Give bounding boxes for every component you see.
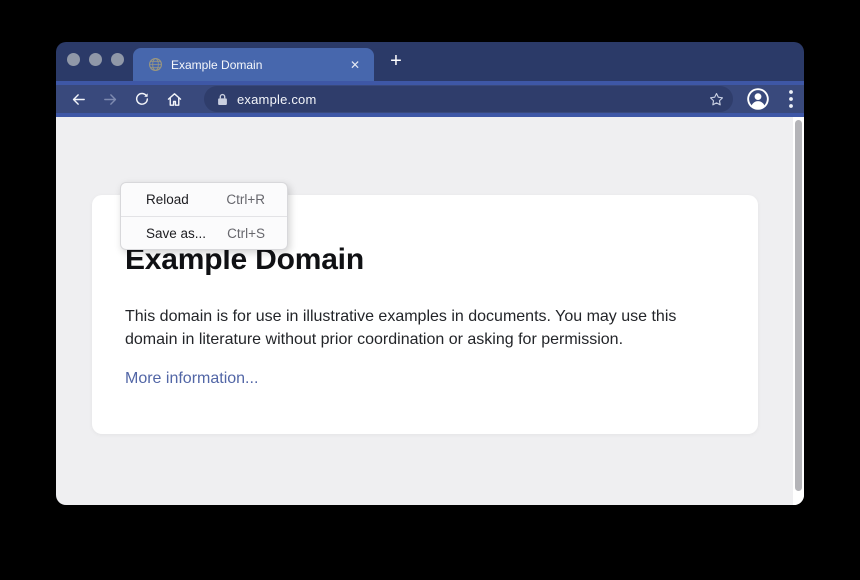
new-tab-button[interactable]: + — [382, 50, 410, 74]
home-icon — [166, 91, 183, 108]
window-maximize-button[interactable] — [111, 53, 124, 66]
tab-title: Example Domain — [171, 58, 346, 72]
reload-icon — [134, 91, 150, 107]
more-information-link[interactable]: More information... — [125, 370, 258, 387]
bookmark-star-icon[interactable] — [705, 88, 727, 110]
tab-strip: Example Domain ✕ + — [56, 42, 804, 81]
window-close-button[interactable] — [67, 53, 80, 66]
browser-window: Example Domain ✕ + — [56, 42, 804, 505]
url-text[interactable]: example.com — [237, 92, 705, 107]
address-bar[interactable]: example.com — [204, 86, 733, 112]
favicon-globe-icon — [148, 57, 163, 72]
tab-close-icon[interactable]: ✕ — [346, 56, 364, 74]
context-menu-item-save-as[interactable]: Save as... Ctrl+S — [121, 216, 287, 249]
menu-item-shortcut: Ctrl+S — [227, 226, 265, 241]
menu-item-shortcut: Ctrl+R — [226, 192, 265, 207]
vertical-scrollbar-thumb[interactable] — [795, 120, 802, 491]
forward-arrow-icon — [102, 91, 119, 108]
page-viewport: Example Domain This domain is for use in… — [56, 117, 804, 505]
back-button[interactable] — [66, 87, 90, 111]
back-arrow-icon — [70, 91, 87, 108]
forward-button[interactable] — [98, 87, 122, 111]
reload-button[interactable] — [130, 87, 154, 111]
context-menu-item-reload[interactable]: Reload Ctrl+R — [121, 183, 287, 216]
home-button[interactable] — [162, 87, 186, 111]
window-controls — [67, 53, 124, 66]
browser-toolbar: example.com — [56, 85, 804, 113]
menu-item-label: Save as... — [146, 226, 206, 241]
overflow-menu-dots-icon[interactable] — [783, 87, 799, 111]
profile-avatar-icon[interactable] — [746, 87, 770, 111]
vertical-scrollbar-track[interactable] — [793, 117, 804, 505]
browser-tab[interactable]: Example Domain ✕ — [133, 48, 374, 81]
menu-item-label: Reload — [146, 192, 189, 207]
screenshot-backdrop: Example Domain ✕ + — [0, 0, 860, 580]
lock-icon — [217, 93, 228, 106]
page-paragraph: This domain is for use in illustrative e… — [125, 305, 730, 351]
window-minimize-button[interactable] — [89, 53, 102, 66]
context-menu: Reload Ctrl+R Save as... Ctrl+S — [120, 182, 288, 250]
